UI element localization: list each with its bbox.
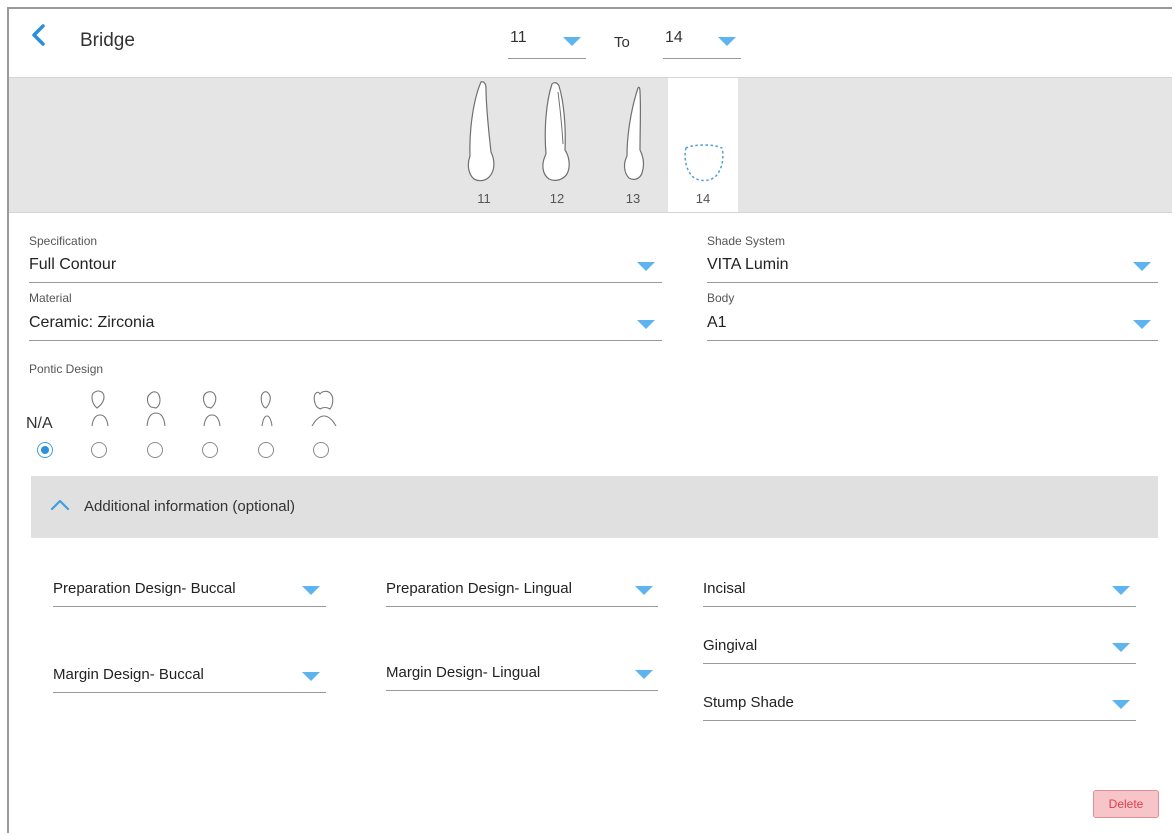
tooth-13[interactable]: 13 (598, 78, 668, 212)
additional-info-toggle[interactable]: Additional information (optional) (31, 476, 1158, 538)
pontic-radio-na[interactable] (37, 442, 53, 458)
chevron-down-icon (1133, 262, 1151, 271)
incisal-select[interactable]: Incisal (703, 576, 1136, 607)
tooth-number: 14 (695, 191, 711, 206)
margin-design-lingual-select[interactable]: Margin Design- Lingual (386, 660, 658, 691)
tooth-11[interactable]: 11 (449, 78, 519, 212)
margin-design-buccal-label: Margin Design- Buccal (53, 666, 204, 683)
stump-shade-label: Stump Shade (703, 694, 794, 711)
pontic-na-label: N/A (26, 415, 53, 432)
pontic-ovate-icon (202, 391, 221, 427)
pontic-design-icons (91, 390, 337, 427)
gingival-label: Gingival (703, 637, 758, 654)
pontic-radio-1[interactable] (91, 442, 107, 458)
range-to-label: To (614, 34, 630, 51)
pontic-radio-5[interactable] (313, 442, 329, 458)
tooth-14[interactable]: 14 (668, 78, 738, 212)
chevron-down-icon (637, 262, 655, 271)
chevron-down-icon (1112, 643, 1130, 652)
delete-button[interactable]: Delete (1093, 790, 1159, 818)
chevron-up-icon (50, 499, 70, 511)
prep-design-lingual-label: Preparation Design- Lingual (386, 580, 572, 597)
pontic-radio-3[interactable] (202, 442, 218, 458)
prep-design-buccal-select[interactable]: Preparation Design- Buccal (53, 576, 326, 607)
prep-design-buccal-label: Preparation Design- Buccal (53, 580, 236, 597)
tooth-number: 12 (549, 191, 565, 206)
pontic-conical-icon (260, 391, 273, 427)
margin-design-lingual-label: Margin Design- Lingual (386, 664, 541, 681)
pontic-ridge-lap-icon (91, 390, 109, 427)
gingival-select[interactable]: Gingival (703, 633, 1136, 664)
tooth-12[interactable]: 12 (522, 78, 592, 212)
from-tooth-select[interactable]: 11 (508, 28, 586, 59)
chevron-down-icon (563, 37, 581, 46)
back-chevron-icon[interactable] (26, 22, 52, 48)
chevron-down-icon (635, 670, 653, 679)
chevron-down-icon (635, 586, 653, 595)
chevron-down-icon (302, 672, 320, 681)
specification-value: Full Contour (29, 256, 117, 273)
chevron-down-icon (302, 586, 320, 595)
chevron-down-icon (1112, 700, 1130, 709)
material-value: Ceramic: Zirconia (29, 314, 155, 331)
body-select[interactable]: A1 (707, 310, 1158, 341)
to-tooth-select[interactable]: 14 (663, 28, 741, 59)
chevron-down-icon (1133, 320, 1151, 329)
page-title: Bridge (80, 30, 135, 51)
pontic-sanitary-icon (311, 390, 337, 427)
material-select[interactable]: Ceramic: Zirconia (29, 310, 662, 341)
incisal-label: Incisal (703, 580, 746, 597)
chevron-down-icon (637, 320, 655, 329)
pontic-radio-2[interactable] (147, 442, 163, 458)
material-label: Material (29, 291, 72, 305)
pontic-radio-4[interactable] (258, 442, 274, 458)
shade-system-value: VITA Lumin (707, 256, 789, 273)
specification-select[interactable]: Full Contour (29, 252, 662, 283)
to-tooth-value: 14 (665, 29, 683, 46)
shade-system-select[interactable]: VITA Lumin (707, 252, 1158, 283)
additional-info-label: Additional information (optional) (84, 498, 295, 515)
margin-design-buccal-select[interactable]: Margin Design- Buccal (53, 662, 326, 693)
tooth-selection-strip: 11 12 13 14 (9, 77, 1172, 213)
stump-shade-select[interactable]: Stump Shade (703, 690, 1136, 721)
body-label: Body (707, 291, 735, 305)
pontic-modified-ridge-lap-icon (146, 391, 166, 427)
chevron-down-icon (1112, 586, 1130, 595)
from-tooth-value: 11 (510, 29, 527, 46)
chevron-down-icon (718, 37, 736, 46)
tooth-number: 13 (625, 191, 641, 206)
shade-system-label: Shade System (707, 234, 786, 248)
pontic-design-label: Pontic Design (29, 362, 104, 376)
tooth-number: 11 (477, 191, 491, 206)
prep-design-lingual-select[interactable]: Preparation Design- Lingual (386, 576, 658, 607)
specification-label: Specification (29, 234, 98, 248)
body-value: A1 (707, 314, 727, 331)
